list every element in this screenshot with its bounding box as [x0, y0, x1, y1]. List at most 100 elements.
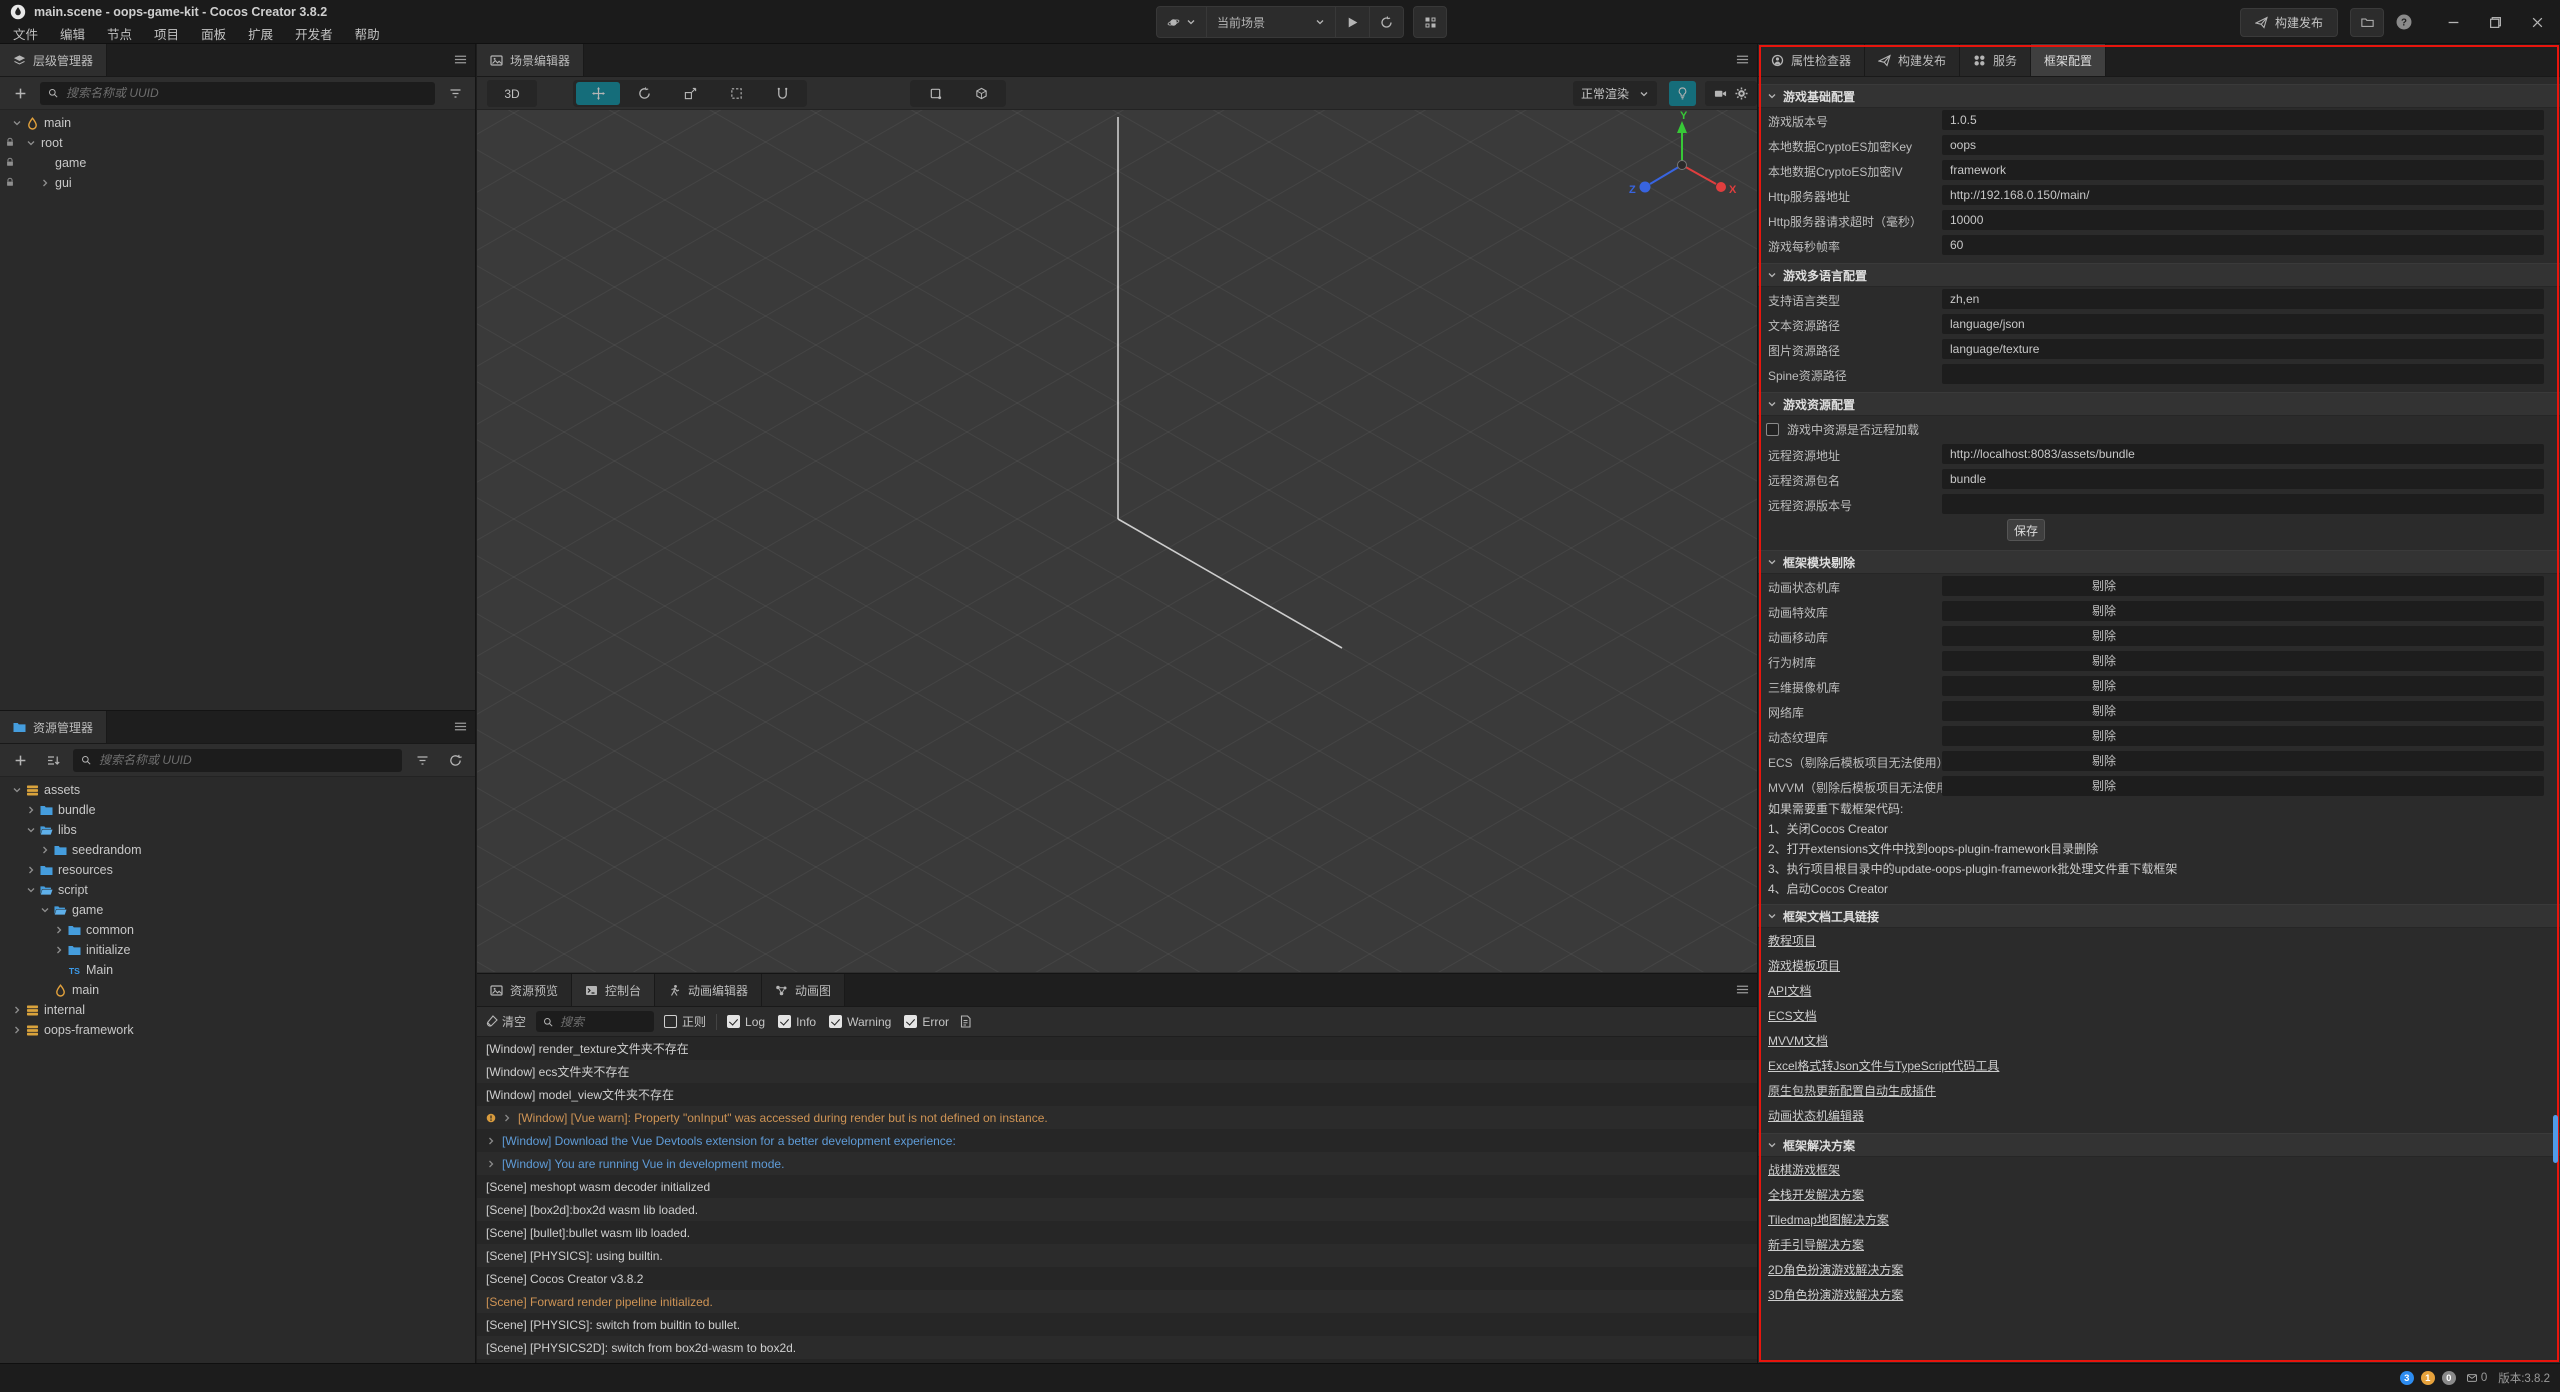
menu-1[interactable]: 编辑: [49, 22, 96, 44]
hierarchy-search-input[interactable]: [64, 85, 427, 101]
log-row-1[interactable]: [Window] ecs文件夹不存在: [477, 1060, 1757, 1083]
chevron-right-icon[interactable]: [502, 1113, 512, 1123]
tab-animation-editor[interactable]: 动画编辑器: [655, 974, 762, 1006]
basic-value-input[interactable]: framework: [1942, 160, 2544, 180]
preview-qr-button[interactable]: [1413, 6, 1447, 38]
status-badge-2[interactable]: 0: [2442, 1371, 2456, 1385]
doc-link[interactable]: API文档: [1768, 982, 1811, 999]
menu-5[interactable]: 扩展: [237, 22, 284, 44]
assets-node-Main[interactable]: TSMain: [0, 960, 475, 980]
assets-node-internal[interactable]: internal: [0, 1000, 475, 1020]
assets-node-resources[interactable]: resources: [0, 860, 475, 880]
move-tool-button[interactable]: [576, 82, 620, 105]
assets-menu-icon[interactable]: [454, 720, 467, 733]
log-row-13[interactable]: [Scene] [PHYSICS2D]: switch from box2d-w…: [477, 1336, 1757, 1359]
log-row-0[interactable]: [Window] render_texture文件夹不存在: [477, 1037, 1757, 1060]
basic-value-input[interactable]: 1.0.5: [1942, 110, 2544, 130]
console-search[interactable]: [536, 1011, 654, 1032]
module-remove-button[interactable]: 剔除: [1942, 651, 2544, 671]
assets-node-oops-framework[interactable]: oops-framework: [0, 1020, 475, 1040]
log-detail-icon[interactable]: [959, 1015, 972, 1028]
help-icon[interactable]: ?: [2396, 14, 2412, 30]
camera-icon[interactable]: [1714, 87, 1727, 100]
resource-value-input[interactable]: [1942, 494, 2544, 514]
resource-value-input[interactable]: http://localhost:8083/assets/bundle: [1942, 444, 2544, 464]
scene-viewport[interactable]: Y X Z: [477, 110, 1757, 972]
doc-link[interactable]: 原生包热更新配置自动生成插件: [1768, 1082, 1936, 1099]
module-remove-button[interactable]: 剔除: [1942, 701, 2544, 721]
assets-node-bundle[interactable]: bundle: [0, 800, 475, 820]
chevron-right-icon[interactable]: [38, 178, 52, 188]
assets-node-assets[interactable]: assets: [0, 780, 475, 800]
assets-search[interactable]: [73, 749, 402, 772]
filter-log[interactable]: Log: [727, 1015, 765, 1029]
basic-value-input[interactable]: oops: [1942, 135, 2544, 155]
assets-filter-button[interactable]: [409, 749, 435, 772]
assets-node-common[interactable]: common: [0, 920, 475, 940]
chevron-down-icon[interactable]: [10, 785, 24, 795]
assets-add-button[interactable]: [7, 749, 33, 772]
hierarchy-node-main[interactable]: main: [0, 113, 475, 133]
regex-checkbox[interactable]: 正则: [664, 1013, 706, 1030]
log-row-11[interactable]: [Scene] Forward render pipeline initiali…: [477, 1290, 1757, 1313]
module-remove-button[interactable]: 剔除: [1942, 576, 2544, 596]
save-button[interactable]: 保存: [2007, 519, 2045, 541]
filter-error[interactable]: Error: [904, 1015, 949, 1029]
hierarchy-filter-button[interactable]: [442, 82, 468, 105]
statusbar-badges[interactable]: 310: [2400, 1371, 2456, 1385]
log-row-7[interactable]: [Scene] [box2d]:box2d wasm lib loaded.: [477, 1198, 1757, 1221]
assets-refresh-button[interactable]: [442, 749, 468, 772]
i18n-value-input[interactable]: language/json: [1942, 314, 2544, 334]
render-mode-dropdown[interactable]: 正常渲染: [1573, 81, 1657, 106]
assets-node-game[interactable]: game: [0, 900, 475, 920]
console-menu-icon[interactable]: [1736, 983, 1749, 996]
doc-link[interactable]: 教程项目: [1768, 932, 1816, 949]
assets-node-seedrandom[interactable]: seedrandom: [0, 840, 475, 860]
log-row-12[interactable]: [Scene] [PHYSICS]: switch from builtin t…: [477, 1313, 1757, 1336]
hierarchy-search[interactable]: [40, 82, 435, 105]
console-log-list[interactable]: [Window] render_texture文件夹不存在[Window] ec…: [477, 1037, 1757, 1364]
tab-framework-config[interactable]: 框架配置: [2031, 44, 2106, 76]
menu-3[interactable]: 项目: [143, 22, 190, 44]
log-row-5[interactable]: [Window] You are running Vue in developm…: [477, 1152, 1757, 1175]
i18n-value-input[interactable]: language/texture: [1942, 339, 2544, 359]
module-remove-button[interactable]: 剔除: [1942, 601, 2544, 621]
hierarchy-node-gui[interactable]: gui: [0, 173, 475, 193]
preview-platform-dropdown[interactable]: [1157, 7, 1206, 37]
tab-console[interactable]: 控制台: [572, 974, 655, 1006]
chevron-right-icon[interactable]: [52, 945, 66, 955]
status-badge-1[interactable]: 1: [2421, 1371, 2435, 1385]
scene-menu-icon[interactable]: [1736, 53, 1749, 66]
section-doc-links[interactable]: 框架文档工具链接: [1758, 904, 2560, 928]
checkbox-checked[interactable]: [778, 1015, 791, 1028]
assets-node-main[interactable]: main: [0, 980, 475, 1000]
chevron-right-icon[interactable]: [10, 1025, 24, 1035]
checkbox-unchecked[interactable]: [1766, 423, 1779, 436]
assets-node-initialize[interactable]: initialize: [0, 940, 475, 960]
hierarchy-menu-icon[interactable]: [454, 53, 467, 66]
tab-services[interactable]: 服务: [1960, 44, 2031, 76]
chevron-down-icon[interactable]: [24, 825, 38, 835]
section-i18n-config[interactable]: 游戏多语言配置: [1758, 263, 2560, 287]
menu-7[interactable]: 帮助: [344, 22, 391, 44]
chevron-right-icon[interactable]: [52, 925, 66, 935]
section-basic-config[interactable]: 游戏基础配置: [1758, 84, 2560, 108]
basic-value-input[interactable]: 10000: [1942, 210, 2544, 230]
checkbox-unchecked[interactable]: [664, 1015, 677, 1028]
tab-build-publish[interactable]: 构建发布: [1865, 44, 1960, 76]
window-restore-button[interactable]: [2480, 8, 2510, 37]
open-project-folder-button[interactable]: [2350, 8, 2384, 37]
solution-link[interactable]: 2D角色扮演游戏解决方案: [1768, 1261, 1903, 1278]
i18n-value-input[interactable]: zh,en: [1942, 289, 2544, 309]
solution-link[interactable]: 3D角色扮演游戏解决方案: [1768, 1286, 1903, 1303]
log-row-8[interactable]: [Scene] [bullet]:bullet wasm lib loaded.: [477, 1221, 1757, 1244]
menu-6[interactable]: 开发者: [284, 22, 344, 44]
chevron-right-icon[interactable]: [24, 805, 38, 815]
scene-select-dropdown[interactable]: 当前场景: [1207, 7, 1335, 37]
resource-value-input[interactable]: bundle: [1942, 469, 2544, 489]
section-solutions[interactable]: 框架解决方案: [1758, 1133, 2560, 1157]
log-row-10[interactable]: [Scene] Cocos Creator v3.8.2: [477, 1267, 1757, 1290]
basic-value-input[interactable]: 60: [1942, 235, 2544, 255]
assets-sort-button[interactable]: [40, 749, 66, 772]
tab-hierarchy[interactable]: 层级管理器: [0, 44, 107, 76]
